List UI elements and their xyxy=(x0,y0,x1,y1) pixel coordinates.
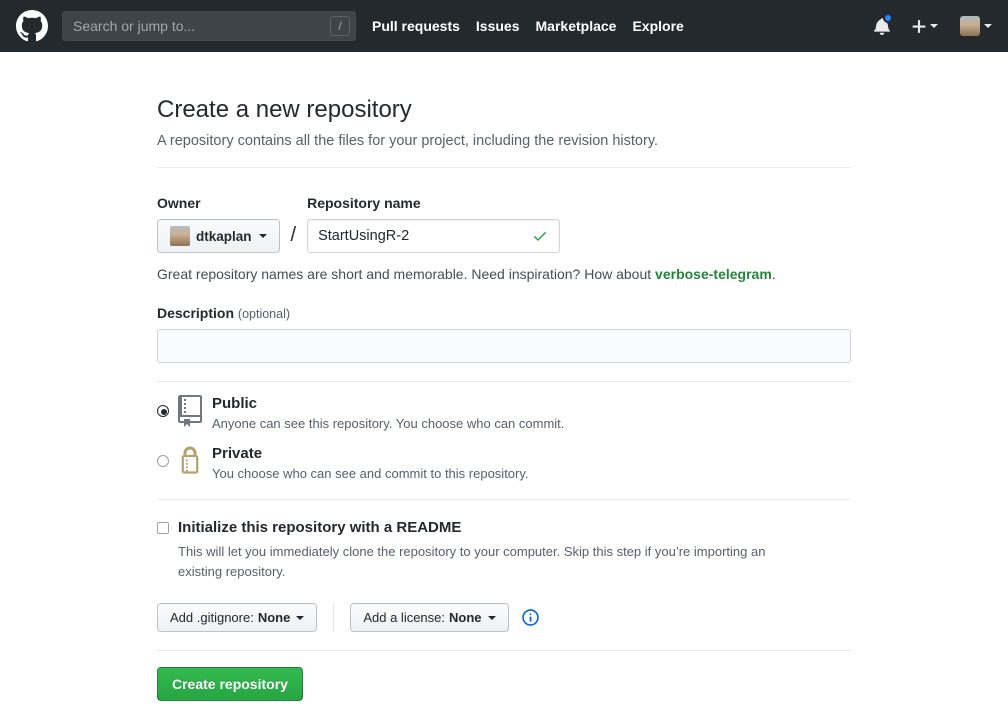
license-dropdown-button[interactable]: Add a license: None xyxy=(350,603,509,633)
hint-text: Great repository names are short and mem… xyxy=(157,266,656,282)
private-description: You choose who can see and commit to thi… xyxy=(212,466,529,481)
repo-name-label: Repository name xyxy=(307,195,421,211)
license-prefix: Add a license: xyxy=(363,610,446,626)
description-label: Description (optional) xyxy=(157,305,851,321)
public-label: Public xyxy=(212,395,258,412)
readme-label[interactable]: Initialize this repository with a README xyxy=(178,519,812,536)
nav-marketplace[interactable]: Marketplace xyxy=(536,18,617,34)
valid-check-icon xyxy=(532,228,548,249)
nav-issues[interactable]: Issues xyxy=(476,18,520,34)
user-avatar xyxy=(960,16,980,36)
page-subtitle: A repository contains all the files for … xyxy=(157,133,659,149)
readme-description: This will let you immediately clone the … xyxy=(178,544,766,580)
readme-option: Initialize this repository with a README… xyxy=(157,519,851,582)
owner-name: dtkaplan xyxy=(196,228,252,244)
visibility-option-public[interactable]: Public Anyone can see this repository. Y… xyxy=(157,395,851,432)
public-option-text: Public Anyone can see this repository. Y… xyxy=(212,395,564,431)
owner-label: Owner xyxy=(157,195,201,211)
top-navbar: / Pull requests Issues Marketplace Explo… xyxy=(0,0,1008,52)
create-new-menu[interactable] xyxy=(912,18,938,35)
repo-name-group: Repository name xyxy=(307,195,561,253)
user-menu[interactable] xyxy=(960,16,992,36)
nav-pull-requests[interactable]: Pull requests xyxy=(372,18,460,34)
slash-shortcut-key: / xyxy=(330,16,350,36)
chevron-down-icon xyxy=(930,24,938,28)
readme-checkbox[interactable] xyxy=(157,522,169,534)
owner-select-button[interactable]: dtkaplan xyxy=(157,219,280,253)
description-label-text: Description xyxy=(157,305,235,321)
primary-nav: Pull requests Issues Marketplace Explore xyxy=(372,18,700,34)
owner-repo-row: Owner dtkaplan / Repository name xyxy=(157,195,851,253)
vertical-divider xyxy=(333,603,335,632)
notifications-bell-icon[interactable] xyxy=(874,13,893,35)
description-input[interactable] xyxy=(157,329,851,363)
unread-notification-dot xyxy=(883,13,893,23)
chevron-down-icon xyxy=(487,615,496,620)
divider xyxy=(157,650,851,652)
owner-repo-separator: / xyxy=(290,224,297,246)
submit-row: Create repository xyxy=(157,667,851,702)
optional-note: (optional) xyxy=(237,307,291,321)
owner-avatar xyxy=(170,226,190,246)
gitignore-dropdown-button[interactable]: Add .gitignore: None xyxy=(157,603,318,633)
divider xyxy=(157,381,851,382)
suggested-name-link[interactable]: verbose-telegram xyxy=(655,266,772,282)
search-input[interactable] xyxy=(63,12,355,40)
private-option-text: Private You choose who can see and commi… xyxy=(212,445,529,481)
nav-explore[interactable]: Explore xyxy=(632,18,683,34)
hint-period: . xyxy=(771,266,776,282)
repo-name-input[interactable] xyxy=(307,219,561,253)
license-value: None xyxy=(449,610,482,626)
github-logo-icon[interactable] xyxy=(16,10,48,42)
private-radio[interactable] xyxy=(157,455,169,467)
navbar-right-controls xyxy=(874,13,992,36)
chevron-down-icon xyxy=(984,24,992,28)
gitignore-value: None xyxy=(257,610,291,626)
owner-group: Owner dtkaplan xyxy=(157,195,280,253)
global-search: / xyxy=(62,11,356,41)
page-title: Create a new repository xyxy=(157,96,412,123)
divider xyxy=(157,167,851,168)
public-radio[interactable] xyxy=(157,405,169,417)
name-suggestion-hint: Great repository names are short and mem… xyxy=(157,266,851,282)
chevron-down-icon xyxy=(296,615,305,620)
gitignore-prefix: Add .gitignore: xyxy=(170,610,254,626)
visibility-option-private[interactable]: Private You choose who can see and commi… xyxy=(157,445,851,481)
repo-book-icon xyxy=(178,395,202,432)
public-description: Anyone can see this repository. You choo… xyxy=(212,416,565,431)
divider xyxy=(157,499,851,500)
create-repository-button[interactable]: Create repository xyxy=(157,667,303,702)
description-group: Description (optional) xyxy=(157,305,851,363)
lock-icon xyxy=(178,445,202,480)
private-label: Private xyxy=(212,445,263,462)
readme-text: Initialize this repository with a README… xyxy=(178,519,812,582)
new-repository-form: Create a new repository A repository con… xyxy=(157,96,851,702)
info-icon[interactable] xyxy=(521,609,539,627)
template-buttons-row: Add .gitignore: None Add a license: None xyxy=(157,603,851,633)
chevron-down-icon xyxy=(258,234,267,238)
plus-icon xyxy=(912,19,926,33)
